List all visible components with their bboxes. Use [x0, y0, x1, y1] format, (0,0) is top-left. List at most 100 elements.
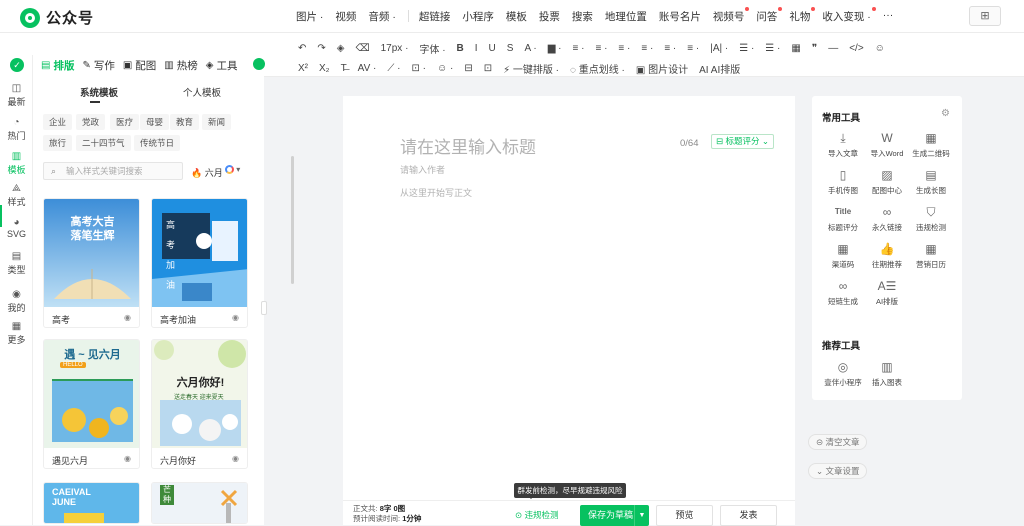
tool-button[interactable]: ▥ 插入图表: [864, 359, 910, 388]
menu-item[interactable]: 搜索: [572, 9, 593, 24]
preview-eye-icon[interactable]: ◉: [232, 454, 239, 463]
menu-item[interactable]: 图片 ·: [296, 9, 323, 24]
category-tag[interactable]: 教育: [170, 114, 200, 130]
nav-item[interactable]: ⟁ 样式: [0, 183, 33, 208]
toolbar-button[interactable]: ⚡ 一键排版 ·: [503, 61, 559, 76]
preview-eye-icon[interactable]: ◉: [124, 313, 131, 322]
article-settings-button[interactable]: ⌄ 文章设置: [808, 463, 868, 479]
tool-button[interactable]: ▦ 营销日历: [908, 241, 954, 270]
gear-icon[interactable]: ⚙: [941, 108, 950, 119]
toolbar-button[interactable]: T̶: [341, 63, 347, 74]
publish-button[interactable]: 发表: [720, 505, 777, 526]
menu-item[interactable]: 问答: [756, 7, 783, 24]
category-tag[interactable]: 医疗: [110, 114, 140, 130]
toolbar-button[interactable]: ⊡ ·: [412, 63, 427, 74]
menu-item[interactable]: 音频 ·: [368, 9, 395, 24]
toolbar-button[interactable]: ⊡: [484, 63, 492, 74]
toolbar-button[interactable]: ☺ ·: [437, 63, 453, 74]
clear-article-button[interactable]: ⊝ 清空文章: [808, 434, 868, 450]
template-search-input[interactable]: ⌕ 输入样式关键词搜索: [43, 162, 183, 180]
plugin-logo-icon[interactable]: ✓: [10, 58, 24, 72]
panel-toggle[interactable]: [253, 58, 265, 70]
toolbar-button[interactable]: X₂: [319, 63, 330, 74]
toolbar-button[interactable]: S: [507, 43, 514, 54]
chevron-down-icon[interactable]: ▼: [634, 505, 649, 526]
toolbar-button[interactable]: ◌ 重点划线 ·: [570, 61, 625, 76]
tool-button[interactable]: ⤓ 导入文章: [820, 130, 866, 159]
menu-item[interactable]: 超链接: [419, 9, 451, 24]
template-card[interactable]: 芒种: [151, 482, 248, 524]
template-card[interactable]: 高 考 加 油 高考加油 ◉: [151, 198, 248, 328]
toolbar-button[interactable]: ↶: [298, 43, 306, 54]
toolbar-button[interactable]: ≡ ·: [595, 43, 607, 54]
toolbar-button[interactable]: ≡ ·: [641, 43, 653, 54]
panel-tab[interactable]: ✎ 写作: [82, 58, 114, 73]
toolbar-button[interactable]: ≡ ·: [664, 43, 676, 54]
body-input[interactable]: 从这里开始写正文: [400, 186, 472, 199]
menu-item[interactable]: 收入变现 ·: [822, 7, 876, 24]
app-logo[interactable]: 公众号: [20, 7, 94, 28]
tool-button[interactable]: ▦ 生成二维码: [908, 130, 954, 159]
tool-button[interactable]: 👍 往期推荐: [864, 241, 910, 270]
save-draft-button[interactable]: 保存为草稿 ▼: [580, 505, 649, 526]
menu-item[interactable]: ···: [883, 9, 894, 24]
template-card[interactable]: CAEIVAL JUNE: [43, 482, 140, 524]
tab-system-templates[interactable]: 系统模板: [80, 85, 118, 99]
toolbar-button[interactable]: ≡ ·: [618, 43, 630, 54]
toolbar-button[interactable]: ☺: [875, 43, 885, 54]
color-filter[interactable]: ▾: [225, 165, 243, 177]
nav-item[interactable]: ▦ 更多: [0, 321, 33, 346]
toolbar-button[interactable]: ❞: [812, 43, 817, 54]
tool-button[interactable]: ⛉ 违规检测: [908, 204, 954, 233]
category-tag[interactable]: 传统节日: [134, 135, 181, 151]
menu-item[interactable]: 账号名片: [659, 9, 701, 24]
tool-button[interactable]: ▤ 生成长图: [908, 167, 954, 196]
category-tag[interactable]: 党政: [76, 114, 106, 130]
toolbar-button[interactable]: ⊟: [464, 63, 472, 74]
toolbar-button[interactable]: ◈: [337, 43, 345, 54]
month-filter[interactable]: 🔥 六月: [191, 166, 223, 179]
panel-tab[interactable]: ▥ 热榜: [164, 58, 197, 73]
toolbar-button[interactable]: ▆ ·: [548, 43, 562, 54]
menu-item[interactable]: 视频号: [713, 7, 750, 24]
category-tag[interactable]: 旅行: [43, 135, 73, 151]
toolbar-button[interactable]: ☰ ·: [739, 43, 754, 54]
tool-button[interactable]: ▯ 手机传图: [820, 167, 866, 196]
nav-item[interactable]: ▥ 模板: [0, 151, 33, 176]
tool-button[interactable]: ∞ 永久链接: [864, 204, 910, 233]
tool-button[interactable]: ∞ 短链生成: [820, 278, 866, 307]
toolbar-button[interactable]: ☰ ·: [765, 43, 780, 54]
nav-item[interactable]: ◉ 我的: [0, 289, 33, 314]
tool-button[interactable]: Title 标题评分: [820, 204, 866, 233]
nav-item[interactable]: ◫ 最新: [0, 83, 33, 108]
preview-button[interactable]: 预览: [656, 505, 713, 526]
category-tag[interactable]: 二十四节气: [76, 135, 131, 151]
preview-mode-icon[interactable]: ⊞: [969, 6, 1001, 26]
tab-personal-templates[interactable]: 个人模板: [183, 85, 221, 99]
toolbar-button[interactable]: AI AI排版: [699, 61, 740, 76]
menu-item[interactable]: 投票: [539, 9, 560, 24]
toolbar-button[interactable]: ▣ 图片设计: [636, 61, 688, 76]
toolbar-button[interactable]: ⌫: [355, 43, 369, 54]
template-card[interactable]: 六月你好! 送走春天 迎来夏天 六月你好 ◉: [151, 339, 248, 469]
preview-eye-icon[interactable]: ◉: [124, 454, 131, 463]
toolbar-button[interactable]: A ·: [524, 43, 536, 54]
title-score-button[interactable]: ⊟ 标题评分 ⌄: [711, 134, 774, 149]
menu-item[interactable]: 地理位置: [605, 9, 647, 24]
editor-canvas[interactable]: 请在这里输入标题 0/64 ⊟ 标题评分 ⌄ 请输入作者 从这里开始写正文: [343, 96, 795, 525]
category-tag[interactable]: 新闻: [202, 114, 232, 130]
toolbar-button[interactable]: ≡ ·: [573, 43, 585, 54]
toolbar-button[interactable]: I: [475, 43, 478, 54]
menu-item[interactable]: 模板: [506, 9, 527, 24]
panel-tab[interactable]: ▣ 配图: [123, 58, 156, 73]
toolbar-button[interactable]: —: [828, 43, 838, 54]
toolbar-button[interactable]: 字体 ·: [419, 41, 445, 56]
toolbar-button[interactable]: ≡ ·: [687, 43, 699, 54]
toolbar-button[interactable]: U: [489, 43, 496, 54]
tool-button[interactable]: ▨ 配图中心: [864, 167, 910, 196]
panel-tab[interactable]: ◈ 工具: [206, 58, 238, 73]
violation-check-button[interactable]: ⊙ 违规检测: [515, 509, 558, 521]
panel-scrollbar[interactable]: [291, 156, 294, 284]
panel-tab[interactable]: ▤ 排版: [41, 58, 74, 73]
tool-button[interactable]: ▦ 渠道码: [820, 241, 866, 270]
